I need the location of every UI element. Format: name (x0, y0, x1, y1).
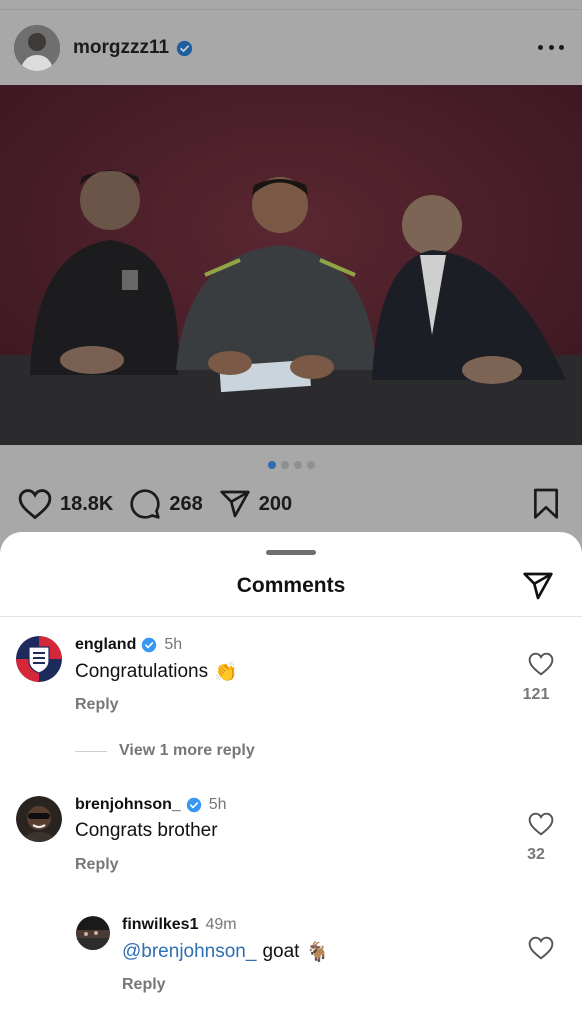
goat-emoji: 🐐 (305, 942, 330, 963)
reply-time: 49m (205, 916, 237, 933)
verified-icon (142, 637, 157, 653)
reply-username[interactable]: finwilkes1 49m (122, 916, 237, 934)
share-icon[interactable] (219, 488, 251, 520)
comment-icon[interactable] (129, 488, 161, 520)
heart-icon[interactable] (528, 652, 554, 676)
comment-username[interactable]: england 5h (75, 636, 182, 654)
carousel-dot (267, 461, 276, 469)
comment-count: 268 (169, 492, 203, 515)
post-actions: 18.8K 268 200 (0, 484, 582, 524)
share-count: 200 (258, 492, 293, 515)
post-header: morgzzz11 (0, 22, 582, 74)
comment-username-text[interactable]: england (75, 636, 136, 654)
mention-link[interactable]: @brenjohnson_ (122, 941, 256, 963)
reply-avatar[interactable] (76, 916, 110, 950)
carousel-dot (293, 461, 302, 469)
heart-icon[interactable] (528, 936, 554, 960)
heart-icon[interactable] (18, 488, 52, 520)
view-more-label[interactable]: View 1 more reply (119, 742, 255, 760)
post: morgzzz11 18.8K 268 200 (0, 0, 582, 560)
comment-username-text[interactable]: brenjohnson_ (75, 796, 181, 814)
top-divider (0, 9, 582, 10)
more-icon[interactable] (538, 34, 564, 60)
thread-line (75, 750, 107, 752)
reply-text: @brenjohnson_ goat 🐐 (122, 940, 329, 964)
comment-text: Congrats brother (75, 820, 218, 842)
like-count: 18.8K (60, 492, 114, 515)
carousel-dot (280, 461, 289, 469)
comment-like-count: 121 (522, 686, 550, 703)
comment-like-count: 32 (527, 846, 545, 863)
view-more-replies[interactable]: View 1 more reply (75, 742, 255, 760)
clapping-hands-emoji: 👏 (214, 662, 238, 683)
post-username[interactable]: morgzzz11 (73, 37, 193, 59)
reply-button[interactable]: Reply (75, 856, 119, 874)
post-author-avatar[interactable] (14, 25, 60, 71)
reply-button[interactable]: Reply (75, 696, 119, 714)
sheet-grabber[interactable] (266, 550, 316, 555)
bookmark-icon[interactable] (532, 488, 560, 520)
heart-icon[interactable] (528, 812, 554, 836)
carousel-indicator (0, 461, 582, 469)
comment-avatar[interactable] (16, 636, 62, 682)
comment-body: Congrats brother (75, 820, 218, 841)
comment-time: 5h (208, 796, 227, 813)
comment-text: Congratulations 👏 (75, 660, 238, 684)
comment-avatar[interactable] (16, 796, 62, 842)
reply-body: goat (262, 941, 300, 962)
reply-button[interactable]: Reply (122, 976, 166, 994)
comment-time: 5h (164, 636, 183, 653)
post-photo[interactable] (0, 85, 582, 445)
share-action[interactable]: 200 (219, 488, 292, 520)
sheet-divider (0, 616, 582, 617)
share-icon[interactable] (522, 570, 554, 602)
verified-icon (176, 40, 193, 56)
comments-sheet: Comments england 5h Congratulations 👏 Re… (0, 532, 582, 1024)
carousel-dot (306, 461, 315, 469)
comment-action[interactable]: 268 (129, 488, 203, 520)
post-username-text[interactable]: morgzzz11 (73, 37, 169, 59)
comment-body: Congratulations (75, 661, 209, 682)
comment-username[interactable]: brenjohnson_ 5h (75, 796, 227, 814)
reply-username-text[interactable]: finwilkes1 (122, 916, 198, 934)
sheet-title: Comments (236, 574, 346, 597)
verified-icon (186, 797, 201, 813)
like-action[interactable]: 18.8K (18, 488, 113, 520)
